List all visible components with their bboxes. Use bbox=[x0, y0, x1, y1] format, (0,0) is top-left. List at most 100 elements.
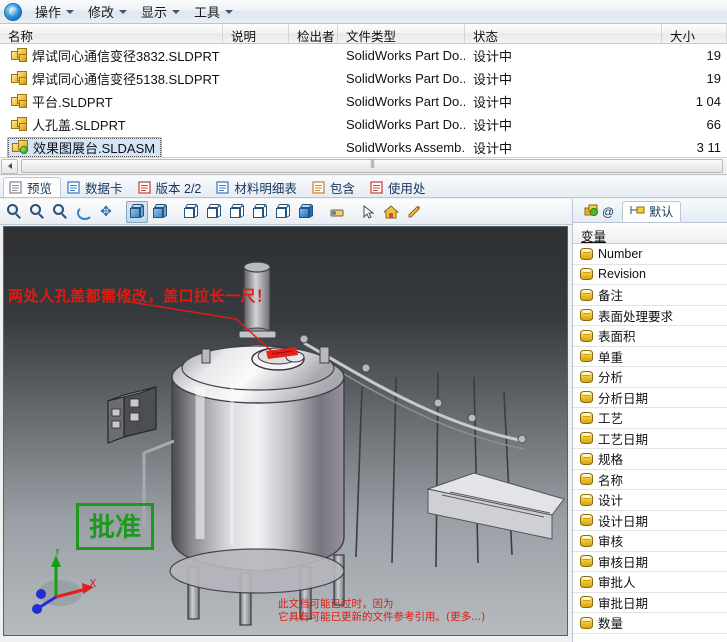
cell-type: SolidWorks Part Do... bbox=[346, 117, 465, 132]
view-isometric-icon[interactable] bbox=[126, 200, 148, 223]
config-tab-1[interactable]: 默认 bbox=[622, 201, 682, 222]
rotate-view-icon[interactable] bbox=[72, 201, 94, 223]
zoom-area-icon[interactable] bbox=[26, 201, 48, 223]
contains-icon bbox=[312, 181, 326, 194]
file-name-label: 焊试同心通信变径3832.SLDPRT bbox=[32, 49, 220, 64]
tab-label: 版本 2/2 bbox=[155, 182, 202, 196]
config-tab-0[interactable]: @ bbox=[576, 201, 622, 222]
variable-row[interactable]: 审批日期 bbox=[573, 593, 727, 613]
view-solid-icon[interactable] bbox=[295, 201, 317, 223]
tab-1[interactable]: 数据卡 bbox=[61, 177, 132, 197]
column-header-3[interactable]: 文件类型 bbox=[338, 24, 465, 43]
variable-row[interactable]: 数量 bbox=[573, 613, 727, 634]
file-name-wrap[interactable]: 焊试同心通信变径5138.SLDPRT bbox=[7, 68, 226, 89]
home-view-icon[interactable] bbox=[380, 201, 402, 223]
tab-4[interactable]: 包含 bbox=[306, 177, 364, 197]
file-list-rows[interactable]: 焊试同心通信变径3832.SLDPRT SolidWorks Part Do...… bbox=[0, 44, 727, 159]
variable-row[interactable]: 表面积 bbox=[573, 326, 727, 347]
view-shaded-edges-icon[interactable] bbox=[272, 201, 294, 223]
view-shaded-icon[interactable] bbox=[149, 201, 171, 223]
variable-row[interactable]: 工艺日期 bbox=[573, 429, 727, 449]
column-header-2[interactable]: 检出者 bbox=[289, 24, 338, 43]
file-list-header[interactable]: 名称 说明 检出者 文件类型 状态 大小 bbox=[0, 24, 727, 44]
file-name-cell[interactable]: 焊试同心通信变径3832.SLDPRT bbox=[0, 45, 223, 66]
variable-row[interactable]: 名称 bbox=[573, 470, 727, 490]
variable-row[interactable]: 单重 bbox=[573, 347, 727, 367]
file-name-cell[interactable]: 平台.SLDPRT bbox=[0, 91, 223, 112]
view-wireframe-icon[interactable] bbox=[203, 201, 225, 223]
arrow-left-icon[interactable] bbox=[1, 158, 18, 174]
measure-icon[interactable] bbox=[326, 201, 348, 223]
variable-row[interactable]: Revision bbox=[573, 265, 727, 285]
file-name-wrap[interactable]: 平台.SLDPRT bbox=[7, 91, 119, 112]
file-name-label: 平台.SLDPRT bbox=[32, 95, 113, 110]
view-hidden-removed-icon[interactable] bbox=[249, 201, 271, 223]
tab-5[interactable]: 使用处 bbox=[364, 177, 435, 197]
svg-text:X: X bbox=[89, 577, 97, 590]
pan-view-icon[interactable]: ✥ bbox=[95, 201, 117, 223]
zoom-in-out-icon[interactable] bbox=[49, 201, 71, 223]
variable-row[interactable]: 分析 bbox=[573, 367, 727, 388]
variable-icon bbox=[580, 309, 593, 322]
bom-icon bbox=[216, 181, 230, 194]
config-tab-strip[interactable]: @ 默认 bbox=[573, 199, 727, 223]
file-name-cell[interactable]: 人孔盖.SLDPRT bbox=[0, 114, 223, 135]
variable-row[interactable]: 表面处理要求 bbox=[573, 306, 727, 326]
view-hidden-lines-icon[interactable] bbox=[226, 201, 248, 223]
part-icon bbox=[11, 71, 28, 86]
table-row[interactable]: 平台.SLDPRT SolidWorks Part Do... 设计中 1 04 bbox=[0, 90, 727, 113]
variable-row[interactable]: 分析日期 bbox=[573, 388, 727, 408]
zoom-fit-icon[interactable] bbox=[3, 201, 25, 223]
variable-row[interactable]: 审核 bbox=[573, 531, 727, 552]
preview-viewport[interactable]: 两处人孔盖都需修改，盖口拉长一尺！ 批准 Y X 此文档可能已过时，因为 它具有… bbox=[3, 226, 568, 636]
menu-item-1[interactable]: 修改 bbox=[81, 0, 134, 24]
variable-label: 工艺日期 bbox=[598, 432, 649, 447]
variable-label: 表面处理要求 bbox=[598, 309, 674, 324]
menu-item-2[interactable]: 显示 bbox=[134, 0, 187, 24]
menu-item-0[interactable]: 操作 bbox=[28, 0, 81, 24]
variable-row[interactable]: 审核日期 bbox=[573, 552, 727, 572]
file-name-wrap[interactable]: 人孔盖.SLDPRT bbox=[7, 114, 132, 135]
cell-size: 66 bbox=[706, 117, 721, 132]
tab-3[interactable]: 材料明细表 bbox=[210, 177, 306, 197]
variable-label: 审批日期 bbox=[598, 596, 649, 611]
file-name-wrap[interactable]: 效果图展台.SLDASM bbox=[7, 137, 163, 158]
variable-row[interactable]: Number bbox=[573, 244, 727, 265]
table-row[interactable]: 人孔盖.SLDPRT SolidWorks Part Do... 设计中 66 bbox=[0, 113, 727, 136]
file-name-wrap[interactable]: 焊试同心通信变径3832.SLDPRT bbox=[7, 45, 226, 66]
markup-pencil-icon[interactable] bbox=[403, 201, 425, 223]
tab-2[interactable]: 版本 2/2 bbox=[132, 177, 211, 197]
column-header-4[interactable]: 状态 bbox=[465, 24, 662, 43]
file-list[interactable]: 名称 说明 检出者 文件类型 状态 大小 焊试同心通信变径3832.SLDPRT Solid… bbox=[0, 24, 727, 175]
file-list-hscrollbar[interactable] bbox=[0, 157, 727, 174]
hscroll-thumb[interactable] bbox=[21, 159, 723, 173]
variable-label: 审核 bbox=[598, 535, 624, 550]
file-name-cell[interactable]: 效果图展台.SLDASM bbox=[0, 137, 223, 158]
detail-tab-strip[interactable]: 预览 数据卡 版本 2/2 材料明细表 包含 使用处 bbox=[0, 176, 727, 198]
chevron-down-icon[interactable] bbox=[119, 10, 128, 14]
chevron-down-icon[interactable] bbox=[225, 10, 234, 14]
variable-row[interactable]: 设计日期 bbox=[573, 511, 727, 531]
column-header-0[interactable]: 名称 bbox=[0, 24, 223, 43]
menu-item-label: 修改 bbox=[88, 4, 115, 20]
variable-row[interactable]: 规格 bbox=[573, 449, 727, 470]
chevron-down-icon[interactable] bbox=[172, 10, 181, 14]
config-default-icon bbox=[630, 204, 646, 219]
tab-0[interactable]: 预览 bbox=[3, 177, 62, 197]
variable-row[interactable]: 设计 bbox=[573, 490, 727, 511]
variables-list[interactable]: Number Revision 备注表面处理要求表面积 单重 分析 分析日期 工艺工艺日期规… bbox=[573, 244, 727, 634]
menu-item-3[interactable]: 工具 bbox=[187, 0, 240, 24]
table-row[interactable]: 效果图展台.SLDASM SolidWorks Assemb... 设计中 3 11 bbox=[0, 136, 727, 159]
table-row[interactable]: 焊试同心通信变径3832.SLDPRT SolidWorks Part Do...… bbox=[0, 44, 727, 67]
chevron-down-icon[interactable] bbox=[66, 10, 75, 14]
file-name-cell[interactable]: 焊试同心通信变径5138.SLDPRT bbox=[0, 68, 223, 89]
select-arrow-icon[interactable] bbox=[357, 201, 379, 223]
column-header-1[interactable]: 说明 bbox=[223, 24, 289, 43]
whereused-icon bbox=[370, 181, 384, 194]
variable-row[interactable]: 审批人 bbox=[573, 572, 727, 593]
variable-row[interactable]: 备注 bbox=[573, 285, 727, 306]
variable-row[interactable]: 工艺 bbox=[573, 408, 727, 429]
view-front-icon[interactable] bbox=[180, 201, 202, 223]
column-header-5[interactable]: 大小 bbox=[662, 24, 727, 43]
table-row[interactable]: 焊试同心通信变径5138.SLDPRT SolidWorks Part Do...… bbox=[0, 67, 727, 90]
